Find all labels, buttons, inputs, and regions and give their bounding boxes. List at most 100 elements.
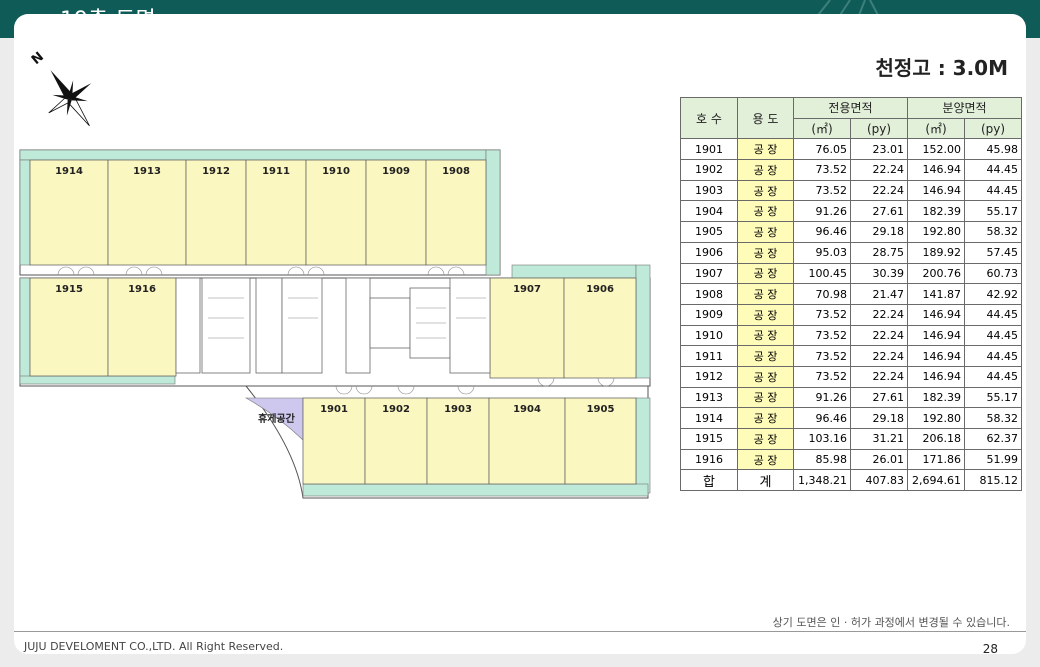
exclusive-m2-cell: 85.98 — [793, 448, 851, 471]
table-row: 1911 공 장 73.52 22.24 146.94 44.45 — [680, 345, 1022, 367]
total-exclusive-py: 407.83 — [850, 469, 908, 492]
header-sale-m2: (㎡) — [907, 117, 965, 140]
sale-py-cell: 45.98 — [964, 138, 1022, 161]
bottom-units-row: 1901 1902 1903 1904 1905 — [302, 397, 637, 485]
exclusive-py-cell: 30.39 — [850, 262, 908, 285]
exclusive-py-cell: 26.01 — [850, 448, 908, 471]
sale-py-cell: 44.45 — [964, 303, 1022, 326]
sale-m2-cell: 189.92 — [907, 241, 965, 264]
unit-label-1910: 1910 — [322, 166, 350, 177]
exclusive-py-cell: 27.61 — [850, 200, 908, 223]
unit-no-cell: 1907 — [680, 262, 738, 285]
use-cell: 공 장 — [737, 138, 794, 161]
unit-no-cell: 1911 — [680, 345, 738, 367]
sale-m2-cell: 146.94 — [907, 159, 965, 181]
sale-m2-cell: 192.80 — [907, 221, 965, 243]
exclusive-m2-cell: 73.52 — [793, 345, 851, 367]
table-row: 1916 공 장 85.98 26.01 171.86 51.99 — [680, 448, 1022, 471]
unit-no-cell: 1903 — [680, 179, 738, 202]
unit-label-1913: 1913 — [133, 166, 161, 177]
sale-py-cell: 44.45 — [964, 365, 1022, 388]
header-sale-py: (py) — [964, 117, 1022, 140]
unit-label-1915: 1915 — [55, 284, 83, 295]
table-row: 1913 공 장 91.26 27.61 182.39 55.17 — [680, 386, 1022, 409]
sale-py-cell: 58.32 — [964, 407, 1022, 429]
header-exclusive-py: (py) — [850, 117, 908, 140]
unit-label-1901: 1901 — [320, 404, 348, 415]
sale-m2-cell: 206.18 — [907, 428, 965, 450]
unit-no-cell: 1901 — [680, 138, 738, 161]
exclusive-py-cell: 29.18 — [850, 407, 908, 429]
unit-label-1914: 1914 — [55, 166, 83, 177]
unit-no-cell: 1916 — [680, 448, 738, 471]
copyright-text: JUJU DEVELOMENT CO.,LTD. All Right Reser… — [24, 640, 284, 653]
total-sale-py: 815.12 — [964, 469, 1022, 492]
sale-m2-cell: 171.86 — [907, 448, 965, 471]
table-row: 1906 공 장 95.03 28.75 189.92 57.45 — [680, 241, 1022, 264]
exclusive-m2-cell: 70.98 — [793, 283, 851, 305]
sale-py-cell: 55.17 — [964, 386, 1022, 409]
unit-label-1911: 1911 — [262, 166, 290, 177]
unit-no-cell: 1904 — [680, 200, 738, 223]
sale-m2-cell: 146.94 — [907, 324, 965, 347]
header-exclusive-area: 전용면적 — [793, 97, 908, 119]
exclusive-py-cell: 23.01 — [850, 138, 908, 161]
unit-label-1916: 1916 — [128, 284, 156, 295]
exclusive-m2-cell: 91.26 — [793, 200, 851, 223]
sale-m2-cell: 200.76 — [907, 262, 965, 285]
unit-no-cell: 1914 — [680, 407, 738, 429]
sale-py-cell: 44.45 — [964, 159, 1022, 181]
sale-py-cell: 60.73 — [964, 262, 1022, 285]
page: 19층 도면 천정고 : 3.0M N — [0, 0, 1040, 667]
use-cell: 공 장 — [737, 407, 794, 429]
unit-label-1909: 1909 — [382, 166, 410, 177]
floor-plan: 휴게공간 1914 1913 1912 1911 1910 1909 1908 1915 19… — [19, 149, 651, 499]
exclusive-py-cell: 28.75 — [850, 241, 908, 264]
sale-m2-cell: 146.94 — [907, 303, 965, 326]
unit-area-table: 호 수 용 도 전용면적 분양면적 (㎡) (py) (㎡) (py) 1901… — [680, 96, 1022, 492]
table-row: 1915 공 장 103.16 31.21 206.18 62.37 — [680, 428, 1022, 450]
unit-label-1902: 1902 — [382, 404, 410, 415]
table-row: 1901 공 장 76.05 23.01 152.00 45.98 — [680, 138, 1022, 161]
unit-no-cell: 1905 — [680, 221, 738, 243]
exclusive-py-cell: 21.47 — [850, 283, 908, 305]
right-units-row: 1907 1906 — [489, 277, 637, 379]
sale-py-cell: 51.99 — [964, 448, 1022, 471]
table-row: 1912 공 장 73.52 22.24 146.94 44.45 — [680, 365, 1022, 388]
total-sale-m2: 2,694.61 — [907, 469, 965, 492]
exclusive-m2-cell: 100.45 — [793, 262, 851, 285]
exclusive-py-cell: 31.21 — [850, 428, 908, 450]
exclusive-m2-cell: 91.26 — [793, 386, 851, 409]
exclusive-m2-cell: 73.52 — [793, 365, 851, 388]
unit-label-1903: 1903 — [444, 404, 472, 415]
unit-no-cell: 1910 — [680, 324, 738, 347]
use-cell: 공 장 — [737, 241, 794, 264]
footer-divider — [14, 631, 1026, 632]
sale-m2-cell: 182.39 — [907, 200, 965, 223]
left-units-row: 1915 1916 — [29, 277, 177, 377]
unit-label-1908: 1908 — [442, 166, 470, 177]
top-units-row: 1914 1913 1912 1911 1910 1909 1908 — [29, 159, 487, 266]
compass-north-label: N — [29, 49, 47, 67]
sale-py-cell: 57.45 — [964, 241, 1022, 264]
sale-py-cell: 42.92 — [964, 283, 1022, 305]
use-cell: 공 장 — [737, 159, 794, 181]
total-exclusive-m2: 1,348.21 — [793, 469, 851, 492]
table-row: 1908 공 장 70.98 21.47 141.87 42.92 — [680, 283, 1022, 305]
sale-m2-cell: 182.39 — [907, 386, 965, 409]
table-row: 1904 공 장 91.26 27.61 182.39 55.17 — [680, 200, 1022, 223]
unit-no-cell: 1902 — [680, 159, 738, 181]
header-sale-area: 분양면적 — [907, 97, 1022, 119]
exclusive-py-cell: 22.24 — [850, 159, 908, 181]
use-cell: 공 장 — [737, 386, 794, 409]
table-row: 1905 공 장 96.46 29.18 192.80 58.32 — [680, 221, 1022, 243]
table-row: 1914 공 장 96.46 29.18 192.80 58.32 — [680, 407, 1022, 429]
exclusive-py-cell: 22.24 — [850, 365, 908, 388]
sale-m2-cell: 146.94 — [907, 345, 965, 367]
sale-py-cell: 58.32 — [964, 221, 1022, 243]
use-cell: 공 장 — [737, 324, 794, 347]
sale-m2-cell: 146.94 — [907, 179, 965, 202]
disclaimer-note: 상기 도면은 인 · 허가 과정에서 변경될 수 있습니다. — [772, 616, 1010, 629]
exclusive-m2-cell: 73.52 — [793, 159, 851, 181]
table-row: 1902 공 장 73.52 22.24 146.94 44.45 — [680, 159, 1022, 181]
